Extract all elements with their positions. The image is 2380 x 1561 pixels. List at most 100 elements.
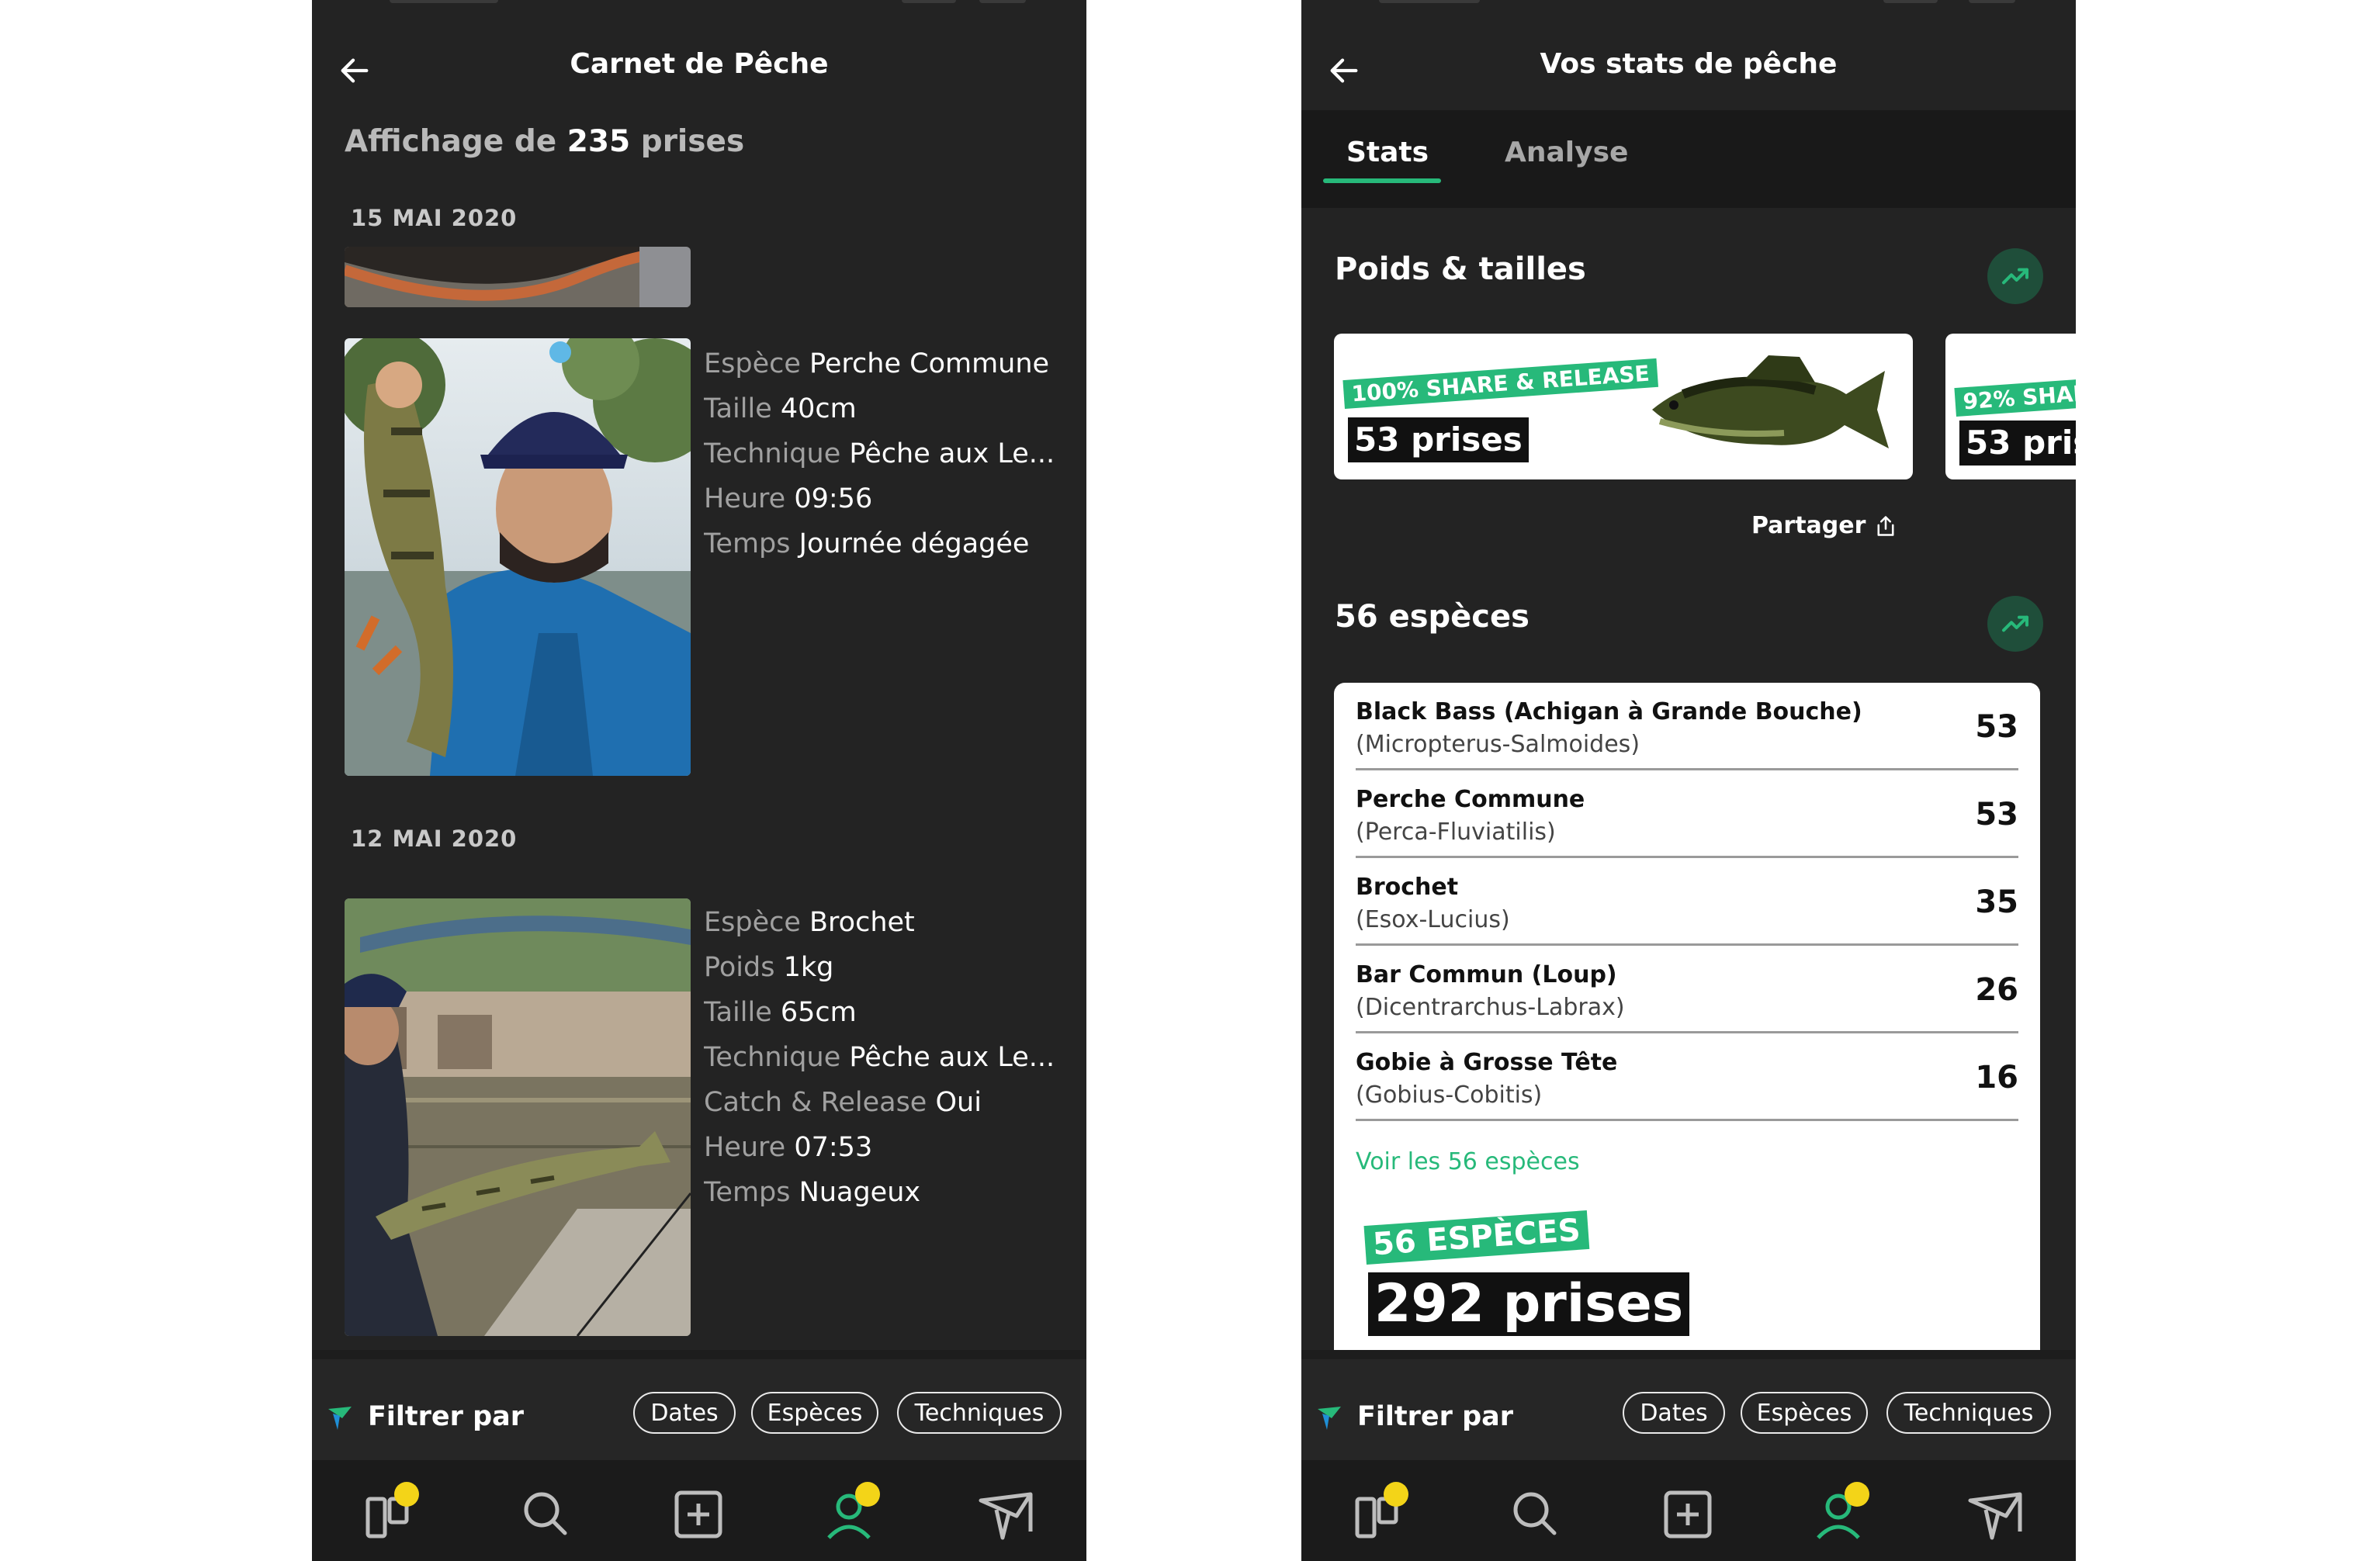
notification-dot [1845,1482,1869,1507]
filter-chip-dates[interactable]: Dates [633,1392,736,1434]
search-icon [1513,1492,1557,1535]
share-release-badge: 100% SHARE & RELEASE [1342,358,1658,409]
stats-card-black-bass[interactable]: 100% SHARE & RELEASE 53 prises [1334,334,1913,479]
search-icon [524,1492,567,1535]
catch-photo-pike[interactable] [345,898,691,1336]
species-count: 35 [1975,884,2018,920]
filter-chip-techniques[interactable]: Techniques [897,1392,1062,1434]
partial-photo-image [345,247,691,307]
species-name: Perche Commune [1356,786,1585,813]
filter-label: Filtrer par [368,1401,525,1432]
detail-row: Technique Pêche aux Le... [704,438,1055,469]
nav-add[interactable] [664,1477,734,1547]
header: Vos stats de pêche [1301,31,2076,109]
detail-row: Catch & Release Oui [704,1087,982,1118]
bottom-nav [1301,1460,2076,1561]
stats-card-next[interactable]: 92% SHAR 53 pris [1945,334,2076,479]
trend-button[interactable] [1987,596,2043,652]
nav-map[interactable] [972,1477,1041,1547]
perch-photo-image [345,338,691,776]
species-row[interactable]: Gobie à Grosse Tête (Gobius-Cobitis) 16 [1356,1033,2018,1121]
notification-dot [394,1482,419,1507]
trending-up-icon [2002,268,2028,285]
black-bass-fish-image [1652,355,1889,448]
trend-button[interactable] [1987,248,2043,304]
pike-photo-image [345,898,691,1336]
right-phone-screen: Vos stats de pêche Stats Analyse Poids &… [1301,0,2076,1561]
nav-search[interactable] [511,1477,580,1547]
share-release-badge: 92% SHAR [1954,378,2076,417]
filter-flag-icon [1318,1407,1341,1430]
notification-dot [1384,1482,1408,1507]
detail-row: Taille 40cm [704,393,857,424]
species-scientific-name: (Gobius-Cobitis) [1356,1082,1543,1109]
entry-date: 15 MAI 2020 [351,205,518,231]
species-row[interactable]: Perche Commune (Perca-Fluviatilis) 53 [1356,770,2018,858]
nav-feed[interactable] [1346,1477,1416,1547]
nav-profile[interactable] [1807,1477,1877,1547]
section-title-weights: Poids & tailles [1335,251,1586,287]
bottom-nav [312,1460,1086,1561]
trending-up-icon [2002,615,2028,632]
detail-row: Espèce Brochet [704,907,915,938]
detail-row: Heure 07:53 [704,1132,873,1163]
detail-row: Taille 65cm [704,997,857,1028]
detail-row: Temps Journée dégagée [704,528,1030,559]
section-title-species: 56 espèces [1335,599,1530,635]
count-value: 235 [566,124,631,159]
catch-photo-perch[interactable] [345,338,691,776]
detail-row: Poids 1kg [704,952,834,983]
nav-map[interactable] [1961,1477,2031,1547]
entry-date: 12 MAI 2020 [351,825,518,852]
species-row[interactable]: Brochet (Esox-Lucius) 35 [1356,858,2018,946]
species-count: 53 [1975,709,2018,745]
notification-dot [855,1482,880,1507]
count-prefix: Affichage de [345,124,557,159]
filter-chip-species[interactable]: Espèces [751,1392,878,1434]
filter-label: Filtrer par [1357,1401,1514,1432]
tab-analyse[interactable]: Analyse [1505,137,1628,168]
catch-photo-partial[interactable] [345,247,691,307]
catch-details: Espèce Brochet Poids 1kg Taille 65cm Tec… [704,900,1071,1215]
add-icon [674,1490,722,1539]
share-icon [1877,515,1894,536]
nav-search[interactable] [1500,1477,1570,1547]
nav-add[interactable] [1654,1477,1724,1547]
nav-feed[interactable] [357,1477,427,1547]
map-icon [1968,1492,2022,1540]
species-count: 16 [1975,1060,2018,1095]
catch-details: Espèce Perche Commune Taille 40cm Techni… [704,341,1071,566]
species-scientific-name: (Esox-Lucius) [1356,906,1510,933]
species-name: Gobie à Grosse Tête [1356,1049,1618,1076]
count-suffix: prises [640,124,745,159]
detail-row: Heure 09:56 [704,483,873,514]
filter-chip-dates[interactable]: Dates [1623,1392,1725,1434]
catch-count-line: Affichage de 235 prises [345,124,744,159]
species-card: Black Bass (Achigan à Grande Bouche) (Mi… [1334,683,2040,1350]
map-icon [979,1492,1033,1540]
total-catches-badge: 292 prises [1368,1272,1690,1336]
filter-bar: Filtrer par Dates Espèces Techniques [312,1350,1086,1460]
add-icon [1664,1490,1712,1539]
share-button[interactable]: Partager [1751,512,1897,539]
active-tab-indicator [1323,178,1441,183]
filter-bar: Filtrer par Dates Espèces Techniques [1301,1350,2076,1460]
species-name: Black Bass (Achigan à Grande Bouche) [1356,698,1862,725]
species-name: Brochet [1356,874,1459,901]
species-row[interactable]: Bar Commun (Loup) (Dicentrarchus-Labrax)… [1356,946,2018,1033]
page-title: Carnet de Pêche [570,48,829,80]
species-row[interactable]: Black Bass (Achigan à Grande Bouche) (Mi… [1356,683,2018,770]
status-bar [312,0,1086,11]
filter-chip-species[interactable]: Espèces [1741,1392,1868,1434]
filter-chip-techniques[interactable]: Techniques [1886,1392,2051,1434]
see-all-species-link[interactable]: Voir les 56 espèces [1356,1148,1580,1175]
species-scientific-name: (Perca-Fluviatilis) [1356,819,1556,846]
tab-stats[interactable]: Stats [1346,137,1429,168]
species-summary-badge: 56 ESPÈCES [1363,1210,1590,1265]
detail-row: Technique Pêche aux Le... [704,1042,1055,1073]
detail-row: Espèce Perche Commune [704,348,1050,379]
status-bar [1301,0,2076,11]
nav-profile[interactable] [818,1477,888,1547]
left-phone-screen: Carnet de Pêche Affichage de 235 prises … [312,0,1086,1561]
catch-count-badge: 53 pris [1959,421,2076,466]
